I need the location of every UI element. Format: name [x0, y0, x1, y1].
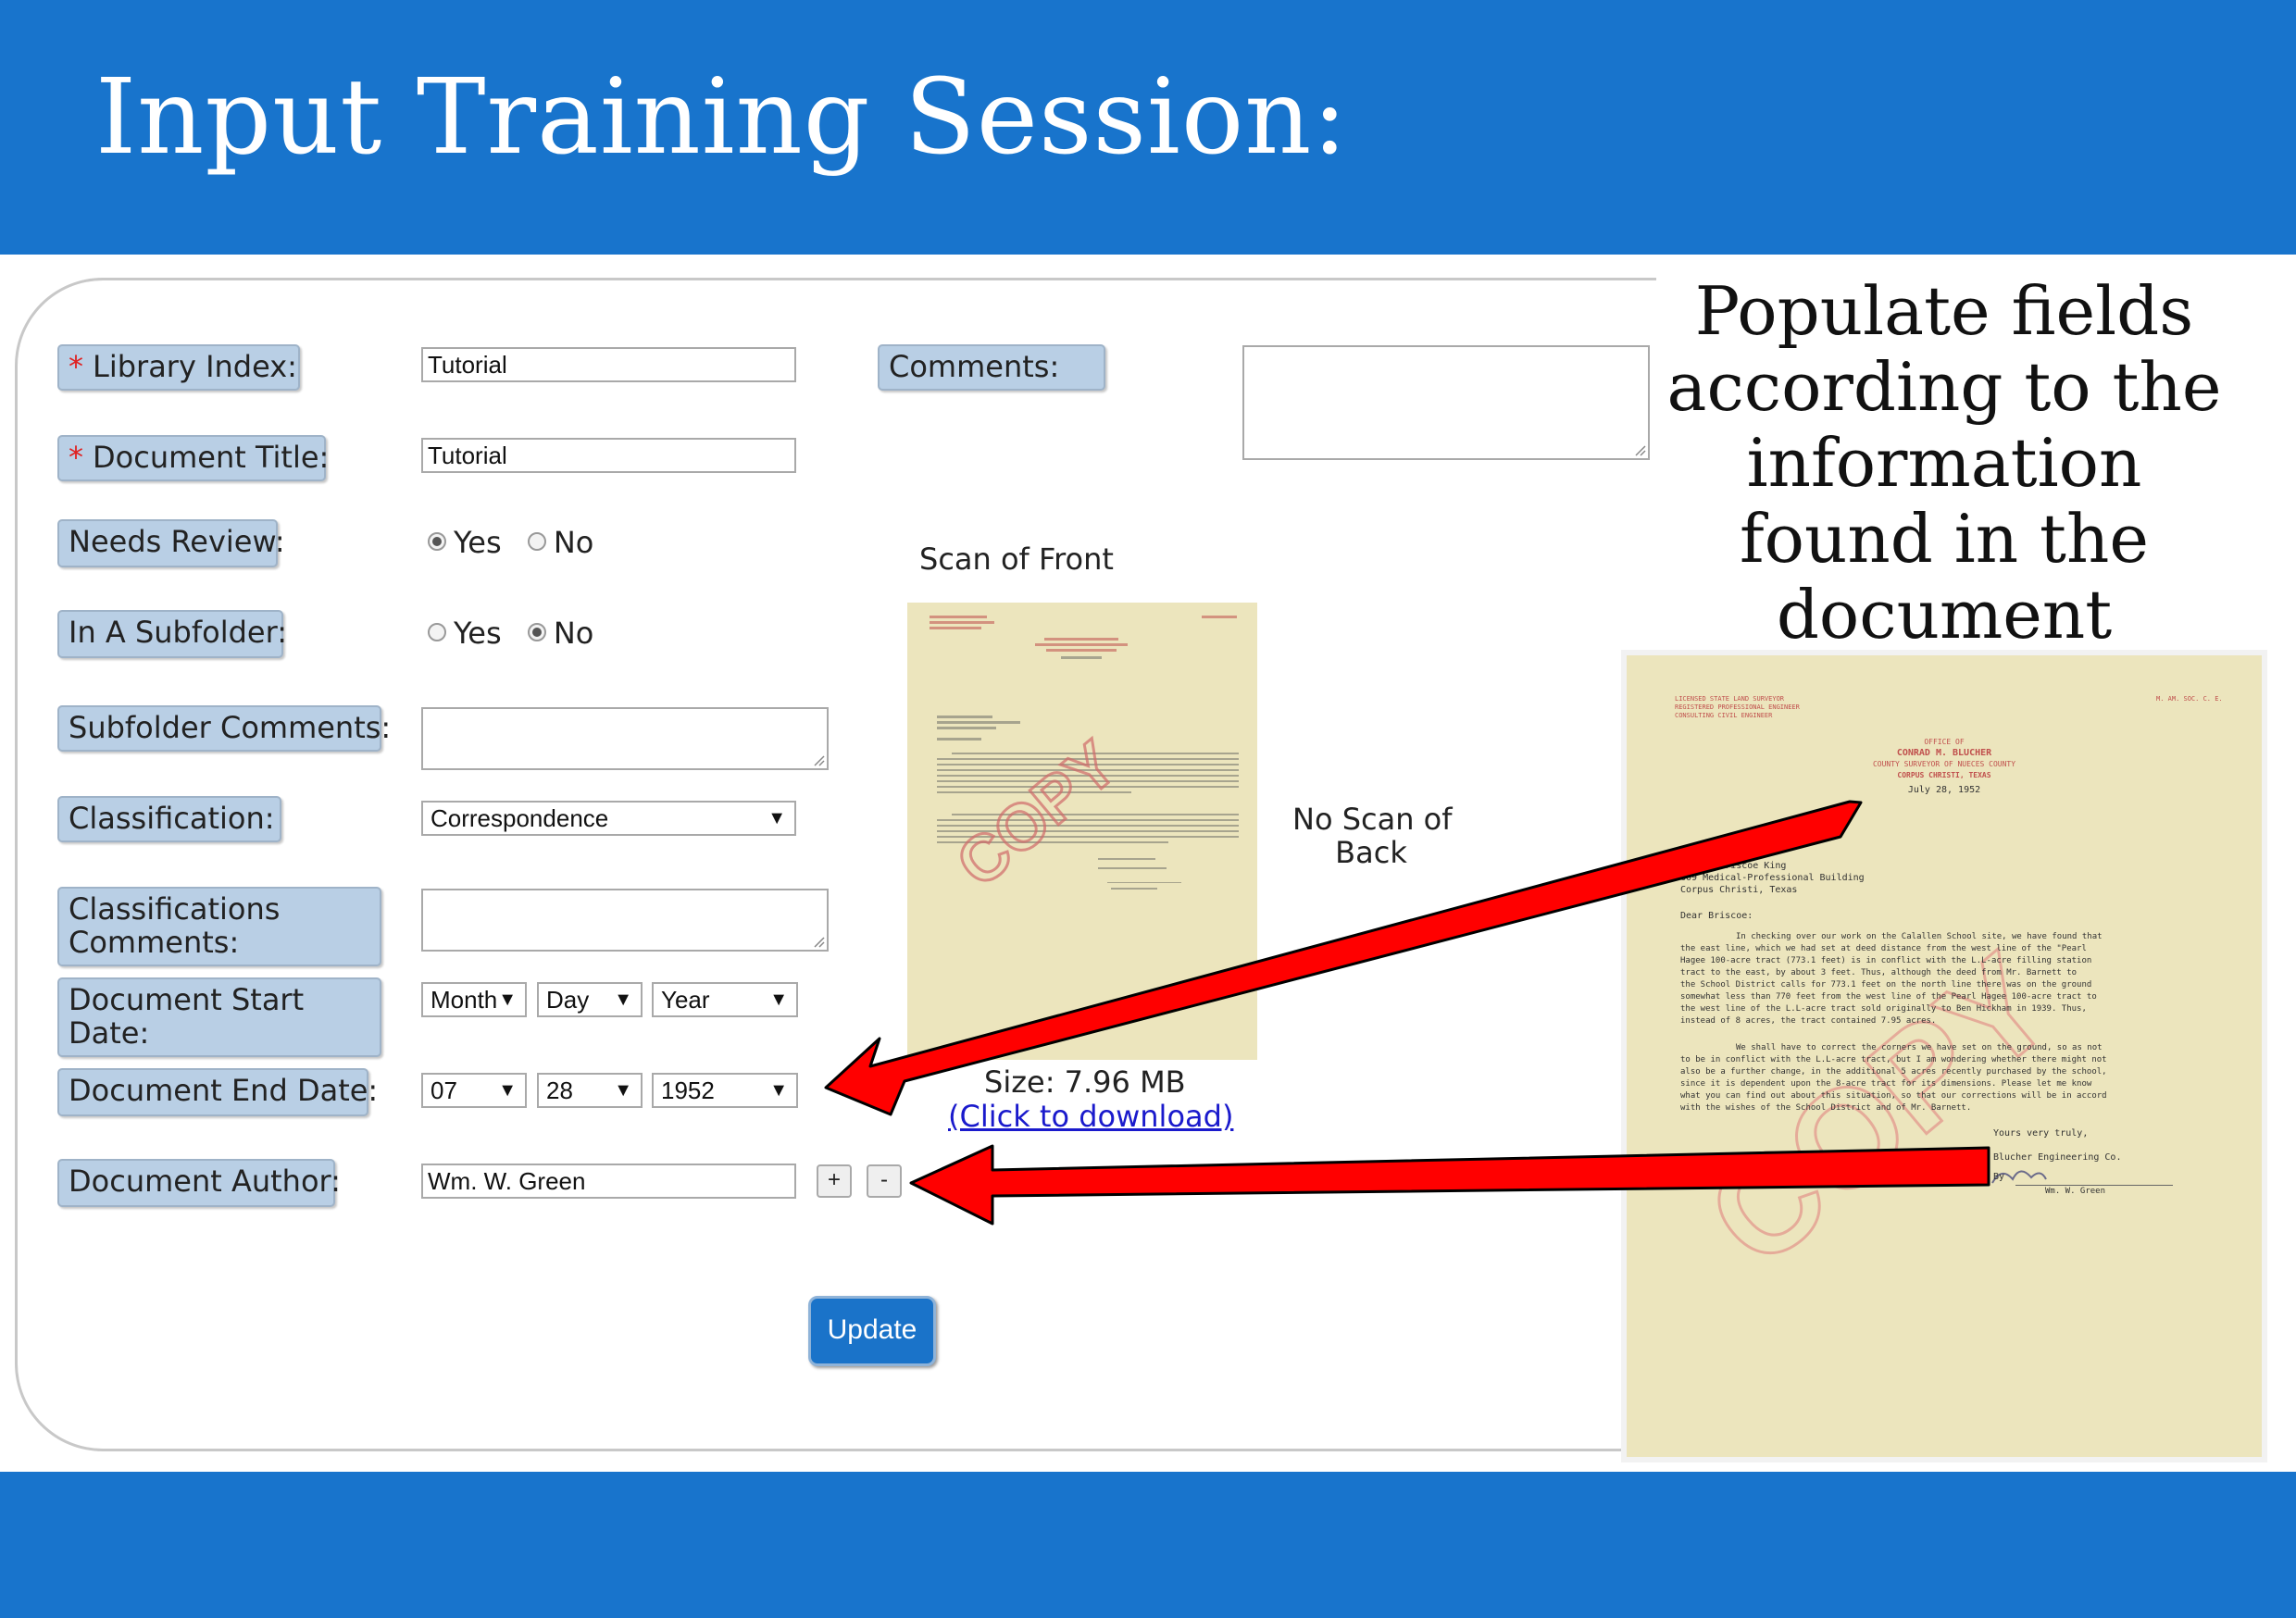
arrow-to-author — [909, 1144, 1990, 1226]
arrow-to-end-date — [824, 800, 1863, 1116]
arrows-overlay — [824, 800, 1990, 1226]
footer-bar — [0, 1472, 2296, 1618]
